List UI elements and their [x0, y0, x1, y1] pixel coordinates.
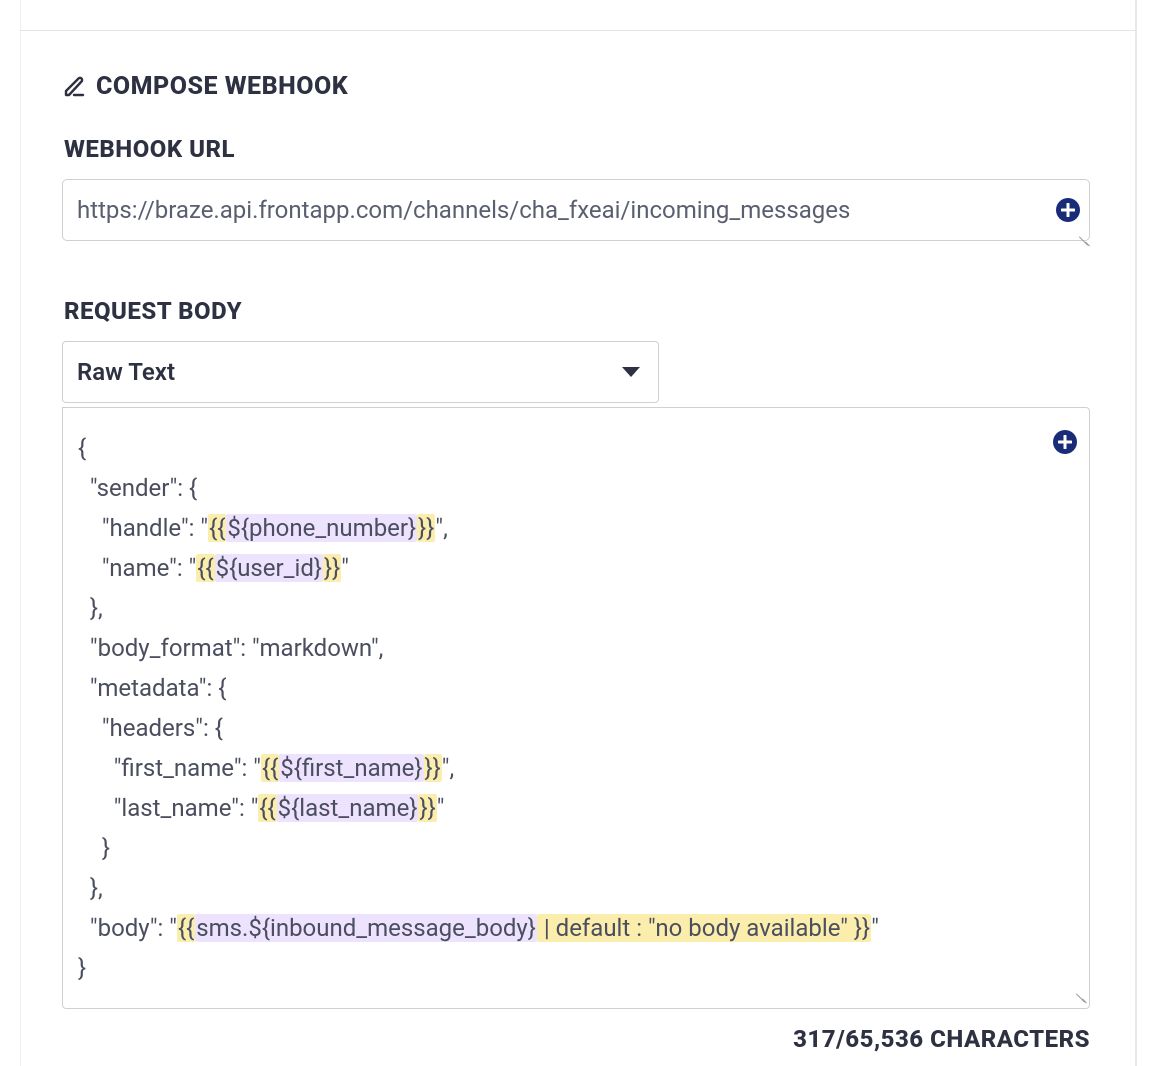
edit-icon — [62, 75, 86, 99]
webhook-url-input[interactable] — [62, 179, 1090, 241]
section-title: COMPOSE WEBHOOK — [62, 72, 1090, 101]
webhook-url-label: WEBHOOK URL — [64, 135, 1090, 163]
section-title-text: COMPOSE WEBHOOK — [96, 72, 348, 101]
add-personalization-body-button[interactable] — [1053, 430, 1077, 454]
compose-webhook-panel: COMPOSE WEBHOOK WEBHOOK URL REQUEST BODY… — [62, 58, 1090, 1053]
plus-icon — [1061, 203, 1075, 217]
top-divider — [20, 30, 1137, 31]
resize-handle[interactable] — [1071, 990, 1087, 1006]
plus-icon — [1058, 435, 1072, 449]
request-body-label: REQUEST BODY — [64, 297, 1090, 325]
request-body-editor[interactable]: { "sender": { "handle": "{{${phone_numbe… — [63, 408, 1089, 1008]
resize-handle[interactable] — [1074, 233, 1090, 249]
chevron-down-icon — [622, 367, 640, 377]
webhook-url-wrap — [62, 179, 1090, 241]
character-counter: 317/65,536 CHARACTERS — [62, 1025, 1090, 1053]
request-body-wrap: { "sender": { "handle": "{{${phone_numbe… — [62, 407, 1090, 1009]
body-format-selected: Raw Text — [77, 358, 175, 386]
panel-left-border — [20, 0, 21, 1066]
body-format-select[interactable]: Raw Text — [62, 341, 659, 403]
panel-right-border — [1135, 0, 1137, 1066]
add-personalization-button[interactable] — [1056, 198, 1080, 222]
